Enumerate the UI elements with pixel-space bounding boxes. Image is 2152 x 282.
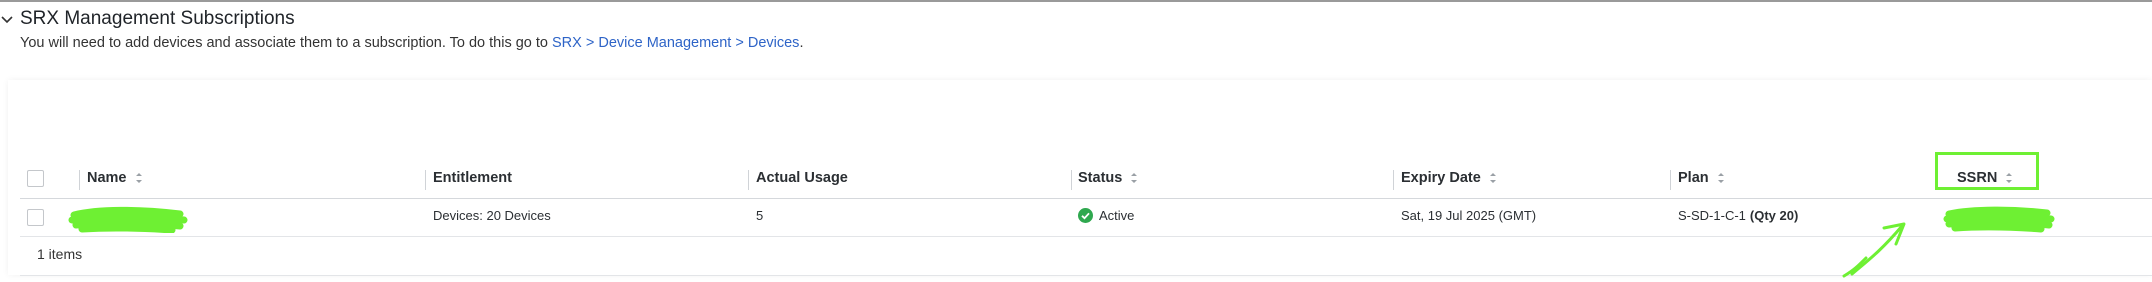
status-badge: Active bbox=[1099, 208, 1135, 223]
row-entitlement-value: Devices: 20 Devices bbox=[433, 208, 551, 223]
sort-icon[interactable] bbox=[1489, 172, 1497, 184]
column-header-entitlement[interactable]: Entitlement bbox=[433, 170, 512, 186]
column-header-expiry-date-label: Expiry Date bbox=[1401, 170, 1481, 186]
column-separator bbox=[425, 170, 426, 190]
row-expiry-date-value: Sat, 19 Jul 2025 (GMT) bbox=[1401, 208, 1537, 223]
section-title: SRX Management Subscriptions bbox=[20, 8, 295, 29]
annotation-arrow-icon bbox=[1842, 222, 1906, 278]
redacted-name-scribble bbox=[68, 206, 188, 233]
ssrn-highlight-box bbox=[1935, 152, 2039, 190]
column-separator bbox=[1670, 170, 1671, 190]
column-header-expiry-date[interactable]: Expiry Date bbox=[1401, 170, 1497, 186]
column-header-actual-usage-label: Actual Usage bbox=[756, 170, 848, 186]
description-text: You will need to add devices and associa… bbox=[20, 35, 553, 51]
sort-icon[interactable] bbox=[135, 172, 143, 184]
column-separator bbox=[1393, 170, 1394, 190]
column-header-entitlement-label: Entitlement bbox=[433, 170, 512, 186]
items-count: 1 items bbox=[37, 246, 83, 262]
row-plan-code: S-SD-1-C-1 bbox=[1678, 208, 1746, 223]
device-management-link[interactable]: SRX > Device Management > Devices bbox=[552, 35, 799, 51]
row-select-checkbox[interactable] bbox=[27, 209, 44, 226]
column-header-plan-label: Plan bbox=[1678, 170, 1709, 186]
column-header-plan[interactable]: Plan bbox=[1678, 170, 1725, 186]
column-separator bbox=[748, 170, 749, 190]
check-circle-icon bbox=[1078, 208, 1093, 223]
row-expiry-date: Sat, 19 Jul 2025 (GMT) bbox=[1401, 208, 1536, 223]
table-bottom-border bbox=[20, 275, 2152, 276]
sort-icon[interactable] bbox=[1717, 172, 1725, 184]
select-all-checkbox[interactable] bbox=[27, 170, 44, 187]
row-actual-usage-value: 5 bbox=[756, 208, 764, 223]
row-plan: S-SD-1-C-1 (Qty 20) bbox=[1678, 208, 1798, 223]
row-entitlement: Devices: 20 Devices bbox=[433, 208, 551, 223]
section-description: You will need to add devices and associa… bbox=[20, 35, 803, 51]
column-header-actual-usage[interactable]: Actual Usage bbox=[756, 170, 848, 186]
header-divider bbox=[20, 198, 2152, 199]
top-border bbox=[0, 0, 2152, 2]
column-separator bbox=[79, 170, 80, 190]
row-actual-usage: 5 bbox=[756, 208, 763, 223]
row-plan-qty: (Qty 20) bbox=[1749, 208, 1799, 223]
column-separator bbox=[1071, 170, 1072, 190]
row-status: Active bbox=[1078, 208, 1134, 223]
column-header-status-label: Status bbox=[1078, 170, 1123, 186]
redacted-ssrn-scribble bbox=[1943, 206, 2055, 233]
column-header-name[interactable]: Name bbox=[87, 170, 143, 186]
column-header-name-label: Name bbox=[87, 170, 127, 186]
row-divider bbox=[20, 236, 2152, 237]
description-suffix: . bbox=[799, 35, 804, 51]
column-header-status[interactable]: Status bbox=[1078, 170, 1138, 186]
sort-icon[interactable] bbox=[1130, 172, 1138, 184]
collapse-chevron-icon[interactable] bbox=[0, 12, 14, 26]
